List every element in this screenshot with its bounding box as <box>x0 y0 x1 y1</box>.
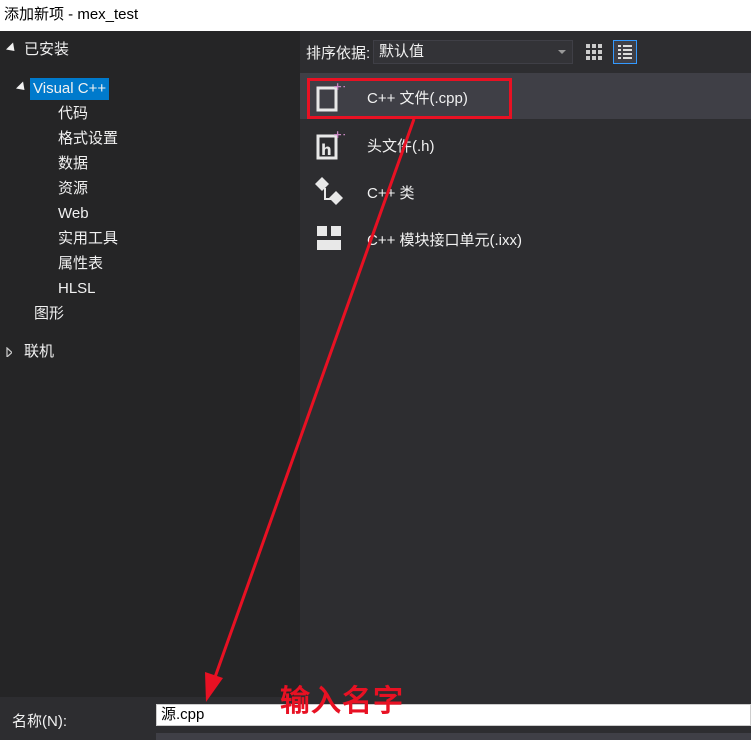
header-file-icon: h ++ <box>316 128 345 160</box>
list-item-cpp-class[interactable]: C++ 类 <box>300 168 751 214</box>
annotation-text: 输入名字 <box>280 684 404 719</box>
window-title: 添加新项 - mex_test <box>0 0 751 31</box>
expand-online-icon[interactable] <box>6 347 12 357</box>
name-input[interactable]: 源.cpp <box>156 704 751 726</box>
chevron-down-icon <box>558 50 566 54</box>
tree-item-graphics[interactable]: 图形 <box>34 303 64 325</box>
list-view-button[interactable] <box>613 40 637 64</box>
module-interface-icon <box>317 226 341 250</box>
list-item-module-interface[interactable]: C++ 模块接口单元(.ixx) <box>300 215 751 261</box>
svg-text:h: h <box>321 141 332 159</box>
tree-item-visual-cpp-row[interactable]: Visual C++ <box>30 78 110 100</box>
tree-item-hlsl[interactable]: HLSL <box>58 278 96 300</box>
svg-text:++: ++ <box>333 128 345 141</box>
tree-item-data[interactable]: 数据 <box>58 153 88 175</box>
item-label: C++ 类 <box>367 185 415 202</box>
sort-dropdown[interactable]: 默认值 <box>373 40 573 64</box>
tree-item-property-sheets[interactable]: 属性表 <box>58 253 103 275</box>
list-view-icon <box>618 45 632 59</box>
sort-bar: 排序依据: 默认值 <box>300 31 751 73</box>
tree-item-formatting[interactable]: 格式设置 <box>58 128 118 150</box>
sort-value: 默认值 <box>379 43 425 60</box>
item-label: 头文件(.h) <box>367 138 435 155</box>
tree-item-code[interactable]: 代码 <box>58 103 88 125</box>
grid-view-icon <box>586 44 602 60</box>
highlight-box <box>307 78 512 119</box>
tree-item-utility[interactable]: 实用工具 <box>58 228 118 250</box>
item-label: C++ 模块接口单元(.ixx) <box>367 232 523 249</box>
name-label: 名称(N): <box>12 713 67 730</box>
tree-item-web[interactable]: Web <box>58 203 89 225</box>
tree-item-online[interactable]: 联机 <box>24 341 54 363</box>
tree-item-installed[interactable]: 已安装 <box>24 39 69 61</box>
location-field[interactable] <box>156 733 751 740</box>
tree-item-visual-cpp[interactable]: Visual C++ <box>30 78 110 100</box>
sort-label: 排序依据: <box>306 45 371 62</box>
expand-visual-cpp-icon[interactable] <box>15 81 29 94</box>
grid-view-button[interactable] <box>582 40 606 64</box>
cpp-class-icon <box>315 177 343 205</box>
expand-installed-icon[interactable] <box>5 42 19 55</box>
tree-item-resource[interactable]: 资源 <box>58 178 88 200</box>
template-list: ++ C++ 文件(.cpp) h ++ 头文件(.h) C++ 类 C++ 模… <box>300 73 751 697</box>
list-item-header-file[interactable]: h ++ 头文件(.h) <box>300 121 751 167</box>
template-tree: 已安装 Visual C++ 代码 格式设置 数据 资源 Web 实用工具 属性… <box>0 31 300 697</box>
